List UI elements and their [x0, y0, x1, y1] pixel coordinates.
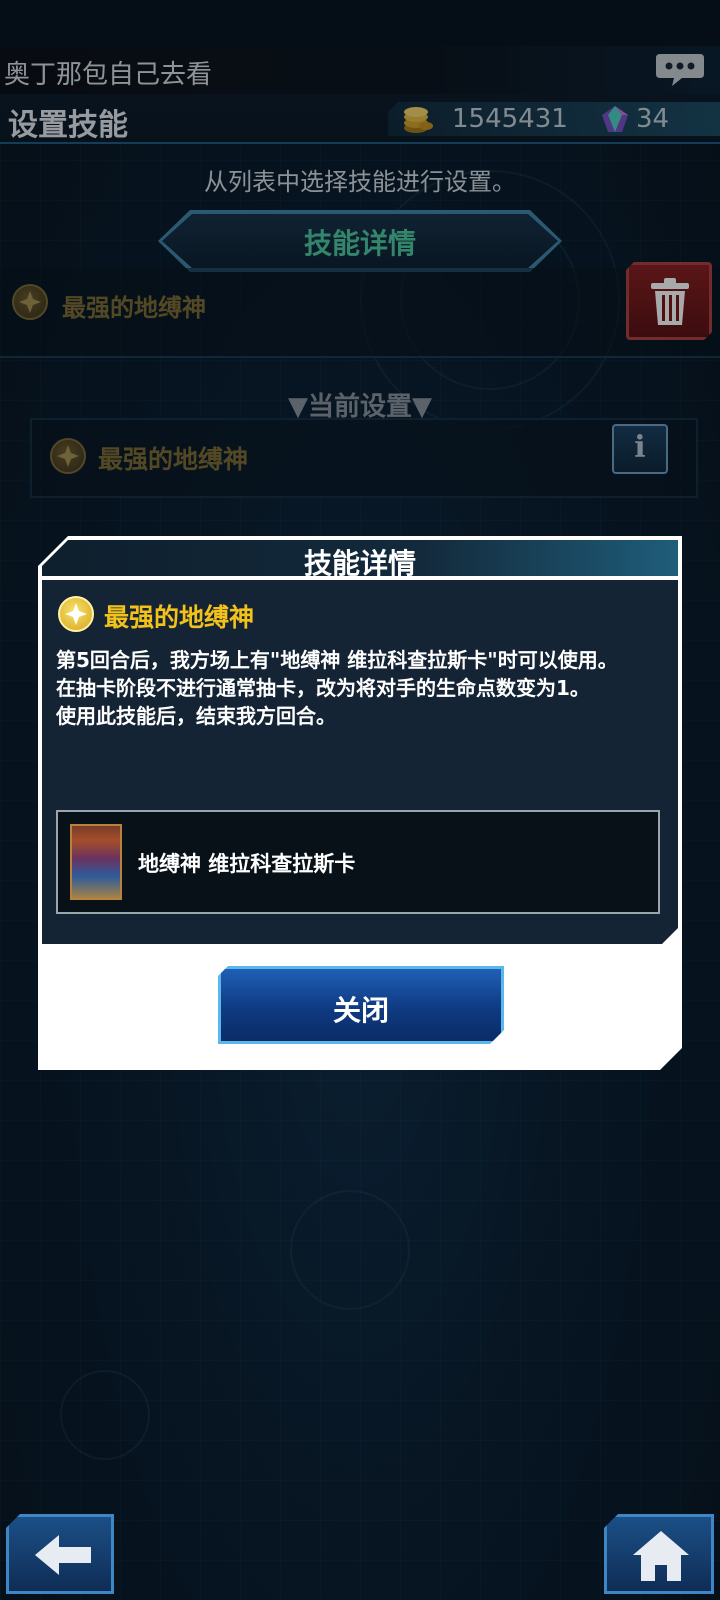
card-thumbnail	[70, 824, 122, 900]
dialog-title: 技能详情	[303, 547, 416, 580]
home-icon	[633, 1531, 689, 1581]
close-button-label: 关闭	[332, 994, 389, 1027]
card-name: 地缚神 维拉科查拉斯卡	[138, 852, 356, 876]
dialog-body: 最强的地缚神 第5回合后，我方场上有"地缚神 维拉科查拉斯卡"时可以使用。 在抽…	[42, 580, 678, 944]
back-arrow-icon	[35, 1535, 91, 1575]
description-line: 第5回合后，我方场上有"地缚神 维拉科查拉斯卡"时可以使用。	[56, 648, 618, 672]
description-line: 在抽卡阶段不进行通常抽卡，改为将对手的生命点数变为1。	[56, 676, 590, 700]
related-card-row[interactable]: 地缚神 维拉科查拉斯卡	[56, 810, 660, 914]
close-button[interactable]: 关闭	[218, 966, 504, 1044]
skill-description: 第5回合后，我方场上有"地缚神 维拉科查拉斯卡"时可以使用。 在抽卡阶段不进行通…	[56, 646, 668, 730]
back-button[interactable]	[6, 1514, 114, 1594]
star-icon	[58, 596, 94, 632]
dialog-skill-name: 最强的地缚神	[104, 603, 255, 632]
home-button[interactable]	[604, 1514, 714, 1594]
description-line: 使用此技能后，结束我方回合。	[56, 704, 336, 728]
